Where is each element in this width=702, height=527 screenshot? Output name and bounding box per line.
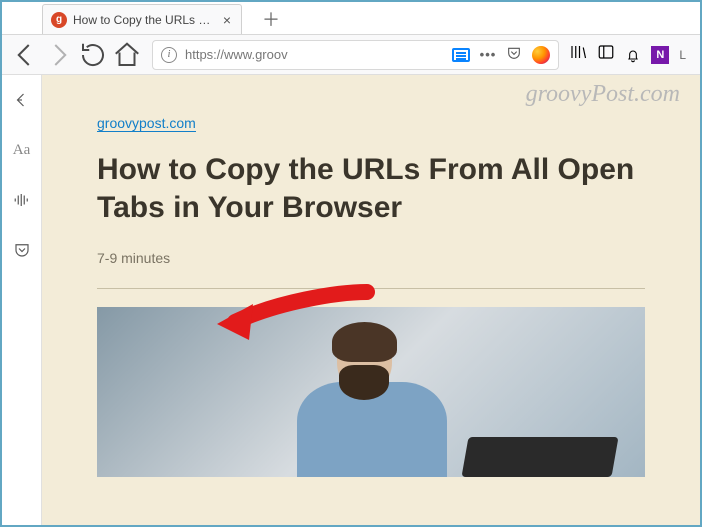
reader-mode-icon[interactable] <box>452 48 470 62</box>
reader-sidebar: Aa <box>2 75 42 525</box>
article-title: How to Copy the URLs From All Open Tabs … <box>97 151 645 226</box>
nav-toolbar: i https://www.groov ••• N L <box>2 35 700 75</box>
tab-title: How to Copy the URLs From All Open Tabs … <box>73 13 215 27</box>
onenote-icon[interactable]: N <box>651 46 669 64</box>
type-controls-icon[interactable]: Aa <box>7 135 37 165</box>
address-bar[interactable]: i https://www.groov ••• <box>152 40 559 70</box>
notification-icon[interactable] <box>625 47 641 63</box>
tab-favicon: g <box>51 12 67 28</box>
forward-button[interactable] <box>44 40 74 70</box>
watermark: groovyPost.com <box>526 81 680 108</box>
divider <box>97 288 645 289</box>
reload-button[interactable] <box>78 40 108 70</box>
content-area: Aa groovyPost.com groovypost.com How to … <box>2 75 700 525</box>
library-icon[interactable] <box>569 43 587 66</box>
narrate-icon[interactable] <box>7 185 37 215</box>
site-info-icon[interactable]: i <box>161 47 177 63</box>
url-text: https://www.groov <box>185 47 444 62</box>
container-icon[interactable] <box>532 46 550 64</box>
article-domain-link[interactable]: groovypost.com <box>97 115 196 132</box>
close-tab-icon[interactable]: × <box>221 12 233 28</box>
pocket-icon[interactable] <box>506 45 522 64</box>
read-time: 7-9 minutes <box>97 250 645 266</box>
reader-content: groovyPost.com groovypost.com How to Cop… <box>42 75 700 525</box>
tab-strip: g How to Copy the URLs From All Open Tab… <box>2 2 700 35</box>
article-hero-image <box>97 307 645 477</box>
page-actions-icon[interactable]: ••• <box>480 47 497 62</box>
home-button[interactable] <box>112 40 142 70</box>
back-button[interactable] <box>10 40 40 70</box>
toolbar-right: N L <box>569 43 692 66</box>
profile-initial[interactable]: L <box>679 48 686 62</box>
close-reader-icon[interactable] <box>7 85 37 115</box>
urlbar-actions: ••• <box>452 45 551 64</box>
browser-tab[interactable]: g How to Copy the URLs From All Open Tab… <box>42 4 242 34</box>
sidebar-icon[interactable] <box>597 43 615 66</box>
new-tab-button[interactable]: ＋ <box>258 6 284 32</box>
save-pocket-icon[interactable] <box>7 235 37 265</box>
